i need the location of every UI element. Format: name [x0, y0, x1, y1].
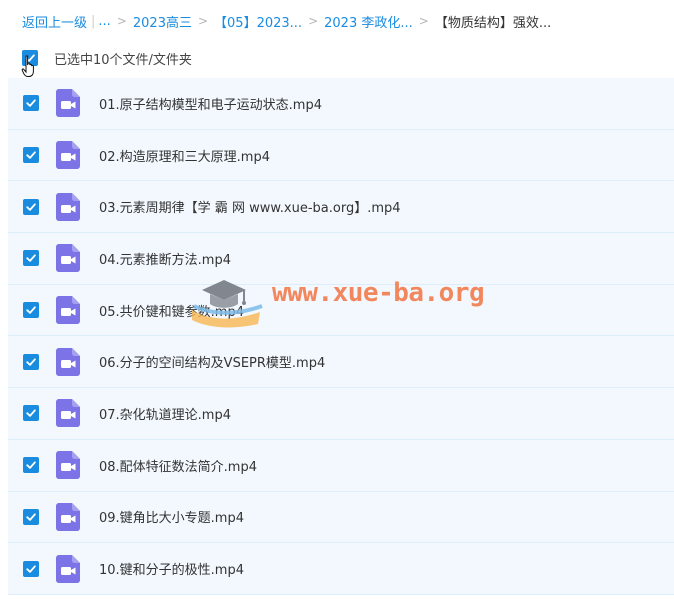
checkmark-icon	[26, 306, 36, 314]
file-row[interactable]: 10.键和分子的极性.mp4	[8, 543, 674, 595]
selection-count-text: 已选中10个文件/文件夹	[54, 52, 192, 68]
file-checkbox[interactable]	[23, 147, 39, 164]
video-file-icon	[56, 502, 80, 531]
file-checkbox[interactable]	[23, 198, 39, 215]
checkmark-icon	[26, 564, 36, 573]
file-checkbox[interactable]	[23, 353, 39, 370]
breadcrumb-current-folder: 【物质结构】强效...	[434, 15, 552, 31]
chevron-right-icon: >	[308, 14, 319, 28]
file-row[interactable]: 03.元素周期律【学 霸 网 www.xue-ba.org】.mp4	[8, 181, 674, 234]
file-row[interactable]: 06.分子的空间结构及VSEPR模型.mp4	[8, 336, 674, 389]
video-file-icon	[56, 89, 80, 118]
video-file-icon	[56, 141, 80, 170]
breadcrumb-back-link[interactable]: 返回上一级	[22, 12, 87, 31]
checkmark-icon	[26, 358, 36, 366]
file-name[interactable]: 05.共价键和键参数.mp4	[99, 301, 244, 320]
file-row[interactable]: 01.原子结构模型和电子运动状态.mp4	[8, 78, 674, 130]
file-row[interactable]: 08.配体特征数法简介.mp4	[8, 439, 674, 492]
checkmark-icon	[26, 151, 36, 159]
checkmark-icon	[26, 203, 36, 211]
checkmark-icon	[26, 461, 36, 469]
breadcrumb-divider: |	[91, 13, 96, 29]
chevron-right-icon: >	[197, 14, 209, 28]
selection-bar: 已选中10个文件/文件夹	[22, 48, 192, 68]
file-row[interactable]: 07.杂化轨道理论.mp4	[8, 388, 674, 440]
checkmark-icon	[26, 409, 36, 418]
file-name[interactable]: 09.键角比大小专题.mp4	[99, 507, 244, 526]
file-checkbox[interactable]	[23, 250, 39, 267]
file-name[interactable]: 03.元素周期律【学 霸 网 www.xue-ba.org】.mp4	[99, 197, 401, 216]
file-checkbox[interactable]	[23, 508, 39, 525]
file-name[interactable]: 07.杂化轨道理论.mp4	[99, 404, 231, 423]
file-checkbox[interactable]	[23, 302, 39, 319]
breadcrumb-item-05-2023[interactable]: 【05】2023...	[214, 12, 302, 31]
file-name[interactable]: 08.配体特征数法简介.mp4	[99, 456, 257, 475]
video-file-icon	[56, 244, 80, 273]
hand-pointer-cursor-icon	[21, 55, 34, 77]
file-row[interactable]: 04.元素推断方法.mp4	[8, 233, 674, 285]
file-row[interactable]: 05.共价键和键参数.mp4	[8, 284, 674, 337]
video-file-icon	[56, 296, 80, 325]
breadcrumb-ellipsis[interactable]: ...	[98, 14, 110, 29]
video-file-icon	[56, 554, 80, 583]
video-file-icon	[56, 451, 80, 480]
checkmark-icon	[26, 99, 36, 108]
file-name[interactable]: 01.原子结构模型和电子运动状态.mp4	[99, 94, 322, 113]
chevron-right-icon: >	[418, 14, 429, 28]
file-checkbox[interactable]	[23, 457, 39, 474]
file-checkbox[interactable]	[23, 95, 39, 112]
breadcrumb-item-2023-gaosan[interactable]: 2023高三	[133, 12, 192, 31]
checkmark-icon	[26, 513, 36, 521]
file-name[interactable]: 06.分子的空间结构及VSEPR模型.mp4	[99, 352, 325, 371]
breadcrumb: 返回上一级 | ... > 2023高三 > 【05】2023... > 202…	[22, 11, 551, 31]
video-file-icon	[56, 347, 80, 376]
checkmark-icon	[26, 254, 36, 263]
file-name[interactable]: 10.键和分子的极性.mp4	[99, 559, 244, 578]
video-file-icon	[56, 399, 80, 428]
file-row[interactable]: 02.构造原理和三大原理.mp4	[8, 129, 674, 182]
file-list: 01.原子结构模型和电子运动状态.mp4 02.构造原理和三大原理.mp4 03…	[8, 78, 674, 595]
file-checkbox[interactable]	[23, 405, 39, 422]
file-checkbox[interactable]	[23, 560, 39, 577]
file-row[interactable]: 09.键角比大小专题.mp4	[8, 491, 674, 544]
chevron-right-icon: >	[116, 14, 127, 28]
file-name[interactable]: 02.构造原理和三大原理.mp4	[99, 146, 270, 165]
breadcrumb-item-li-zhenghua[interactable]: 2023 李政化...	[324, 12, 413, 31]
video-file-icon	[56, 192, 80, 221]
file-name[interactable]: 04.元素推断方法.mp4	[99, 249, 231, 268]
